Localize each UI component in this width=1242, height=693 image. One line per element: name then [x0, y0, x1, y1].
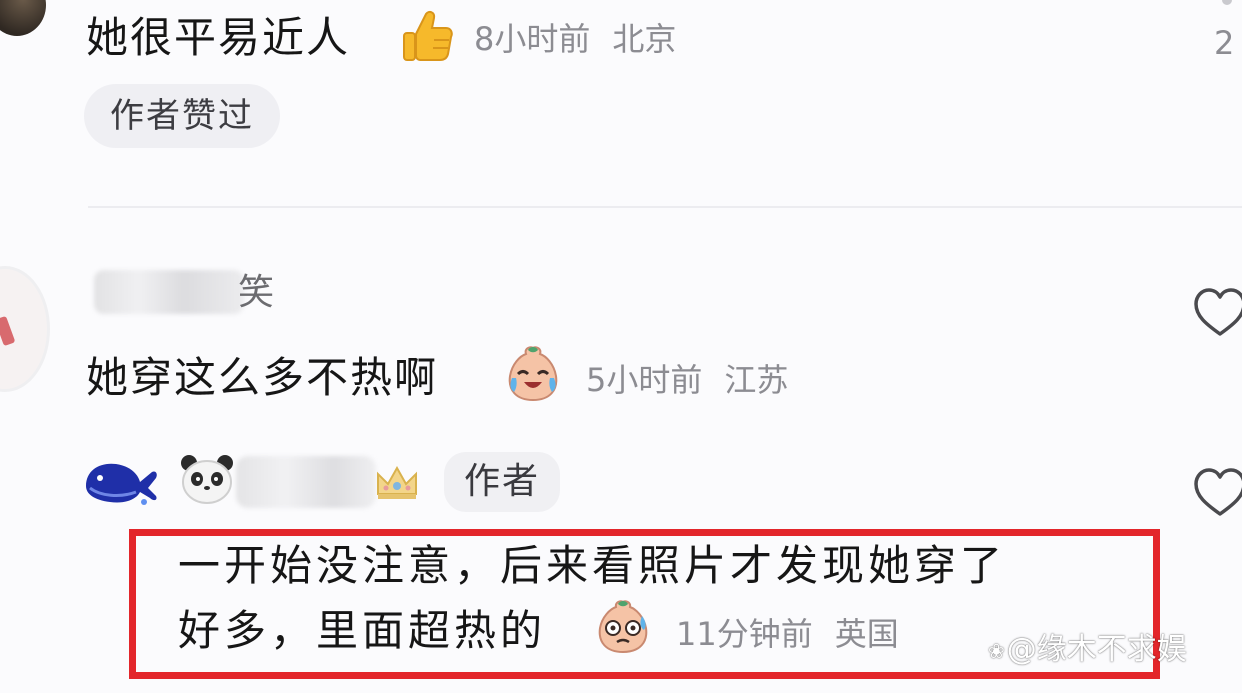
panda-icon	[181, 455, 233, 504]
like-count: 2	[1214, 24, 1235, 62]
comment-location: 江苏	[724, 361, 789, 399]
blurred-author-name[interactable]	[236, 456, 376, 508]
more-options-icon[interactable]	[1222, 0, 1232, 5]
comment-location: 北京	[612, 20, 677, 58]
watermark: ❀@缘木不求娱	[988, 630, 1187, 671]
thumbs-up-icon	[403, 10, 453, 61]
comment-text-1: 她很平易近人	[86, 13, 351, 62]
reply-meta: 11分钟前 英国	[676, 612, 899, 656]
crying-laughing-icon	[508, 346, 558, 402]
username-suffix: 笑	[238, 272, 275, 313]
commenter-avatar[interactable]	[0, 266, 50, 392]
comment-text-2: 她穿这么多不热啊	[86, 353, 439, 402]
author-liked-badge: 作者赞过	[84, 84, 280, 148]
comment-meta-1: 8小时前 北京	[474, 17, 676, 61]
blurred-username[interactable]	[94, 270, 244, 314]
comment-meta-2: 5小时前 江苏	[586, 358, 788, 402]
reply-text-line-1: 一开始没注意，后来看照片才发现她穿了	[178, 541, 1007, 590]
commenter-avatar-top[interactable]	[0, 0, 46, 36]
sweating-icon	[598, 600, 648, 654]
watermark-text: @缘木不求娱	[1006, 632, 1187, 667]
like-heart-icon[interactable]	[1192, 466, 1242, 518]
comment-divider	[88, 206, 1242, 208]
reply-location: 英国	[834, 615, 899, 653]
crown-icon	[377, 465, 417, 499]
like-heart-icon[interactable]	[1192, 286, 1242, 338]
paw-icon: ❀	[988, 638, 1005, 663]
reply-time: 11分钟前	[676, 615, 813, 653]
comment-time: 8小时前	[474, 20, 591, 58]
reply-text-line-2: 好多，里面超热的	[178, 606, 547, 655]
author-badge: 作者	[444, 452, 561, 512]
comment-time: 5小时前	[586, 361, 703, 399]
whale-avatar-icon[interactable]	[80, 452, 160, 508]
